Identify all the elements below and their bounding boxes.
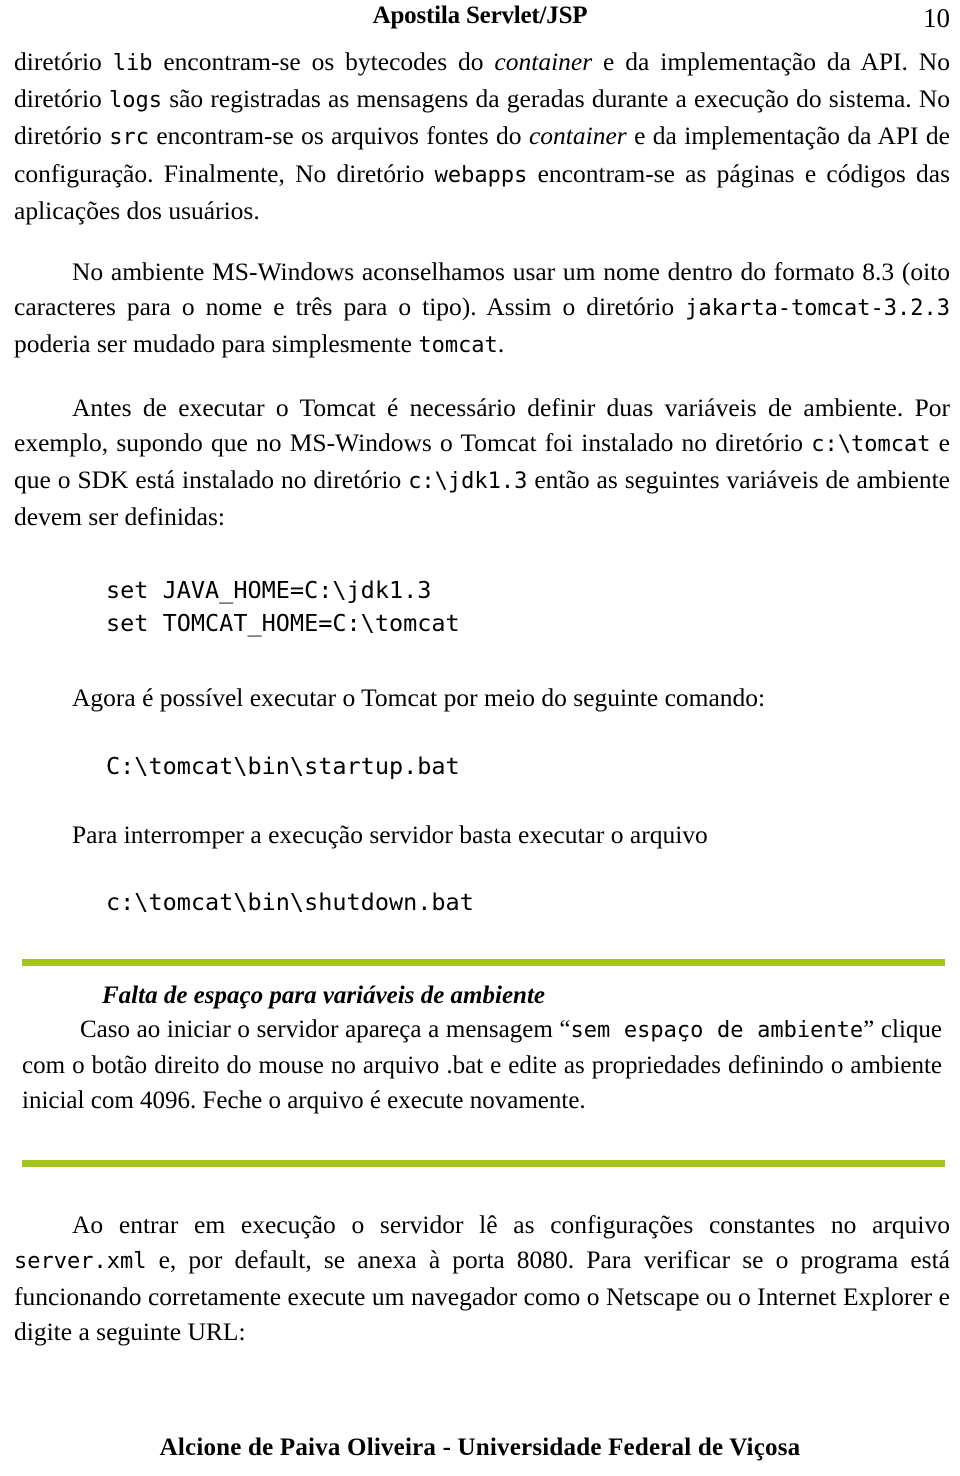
text-run: encontram-se os bytecodes do bbox=[152, 47, 495, 76]
text-run: diretório bbox=[14, 47, 113, 76]
code-webapps: webapps bbox=[434, 162, 528, 188]
text-run: e, por default, se anexa à porta 8080. P… bbox=[14, 1245, 950, 1347]
callout-top-rule bbox=[22, 958, 945, 966]
code-jdk-path: c:\jdk1.3 bbox=[408, 469, 528, 495]
callout-bottom-rule bbox=[22, 1159, 945, 1167]
code-logs: logs bbox=[109, 88, 162, 114]
callout-title: Falta de espaço para variáveis de ambien… bbox=[102, 981, 545, 1009]
document-page: Apostila Servlet/JSP 10 diretório lib en… bbox=[0, 0, 960, 1476]
code-block-startup: C:\tomcat\bin\startup.bat bbox=[106, 751, 460, 780]
code-src: src bbox=[109, 125, 149, 151]
paragraph-stop-server: Para interromper a execução servidor bas… bbox=[72, 819, 708, 849]
paragraph-naming-format: No ambiente MS-Windows aconselhamos usar… bbox=[14, 254, 950, 364]
text-run: . bbox=[497, 329, 505, 359]
code-lib: lib bbox=[112, 51, 153, 76]
code-tomcat-path: c:\tomcat bbox=[811, 431, 931, 457]
emphasis-container: container bbox=[528, 121, 627, 151]
callout-box-env-space: Falta de espaço para variáveis de ambien… bbox=[14, 958, 950, 1167]
code-server-xml: server.xml bbox=[14, 1249, 147, 1275]
paragraph-run-command: Agora é possível executar o Tomcat por m… bbox=[72, 683, 766, 713]
text-run: poderia ser mudado para simplesmente bbox=[14, 329, 419, 359]
callout-text: Caso ao iniciar o servidor apareça a men… bbox=[22, 1012, 942, 1118]
page-title: Apostila Servlet/JSP bbox=[372, 2, 588, 29]
text-run: encontram-se os arquivos fontes do bbox=[148, 121, 529, 151]
emphasis-container: container bbox=[494, 47, 593, 76]
paragraph-server-config: Ao entrar em execução o servidor lê as c… bbox=[14, 1207, 950, 1350]
page-number: 10 bbox=[923, 3, 950, 33]
text-run: Antes de executar o Tomcat é necessário … bbox=[14, 392, 950, 457]
callout-content: Falta de espaço para variáveis de ambien… bbox=[14, 966, 950, 1160]
text-run: Ao entrar em execução o servidor lê as c… bbox=[72, 1209, 950, 1239]
code-block-set-env: set JAVA_HOME=C:\jdk1.3 set TOMCAT_HOME=… bbox=[106, 576, 460, 638]
page-footer: Alcione de Paiva Oliveira - Universidade… bbox=[159, 1434, 801, 1461]
code-block-shutdown: c:\tomcat\bin\shutdown.bat bbox=[106, 887, 474, 916]
paragraph-directories: diretório lib encontram-se os bytecodes … bbox=[14, 44, 950, 228]
code-tomcat: tomcat bbox=[418, 333, 498, 359]
code-error-message: sem espaço de ambiente bbox=[570, 1017, 864, 1043]
paragraph-env-variables: Antes de executar o Tomcat é necessário … bbox=[14, 390, 950, 535]
running-head: Apostila Servlet/JSP 10 bbox=[0, 2, 960, 36]
document-body: diretório lib encontram-se os bytecodes … bbox=[14, 44, 950, 1350]
code-jakarta-tomcat-version: jakarta-tomcat-3.2.3 bbox=[685, 296, 950, 322]
text-run: Caso ao iniciar o servidor apareça a men… bbox=[80, 1015, 571, 1043]
